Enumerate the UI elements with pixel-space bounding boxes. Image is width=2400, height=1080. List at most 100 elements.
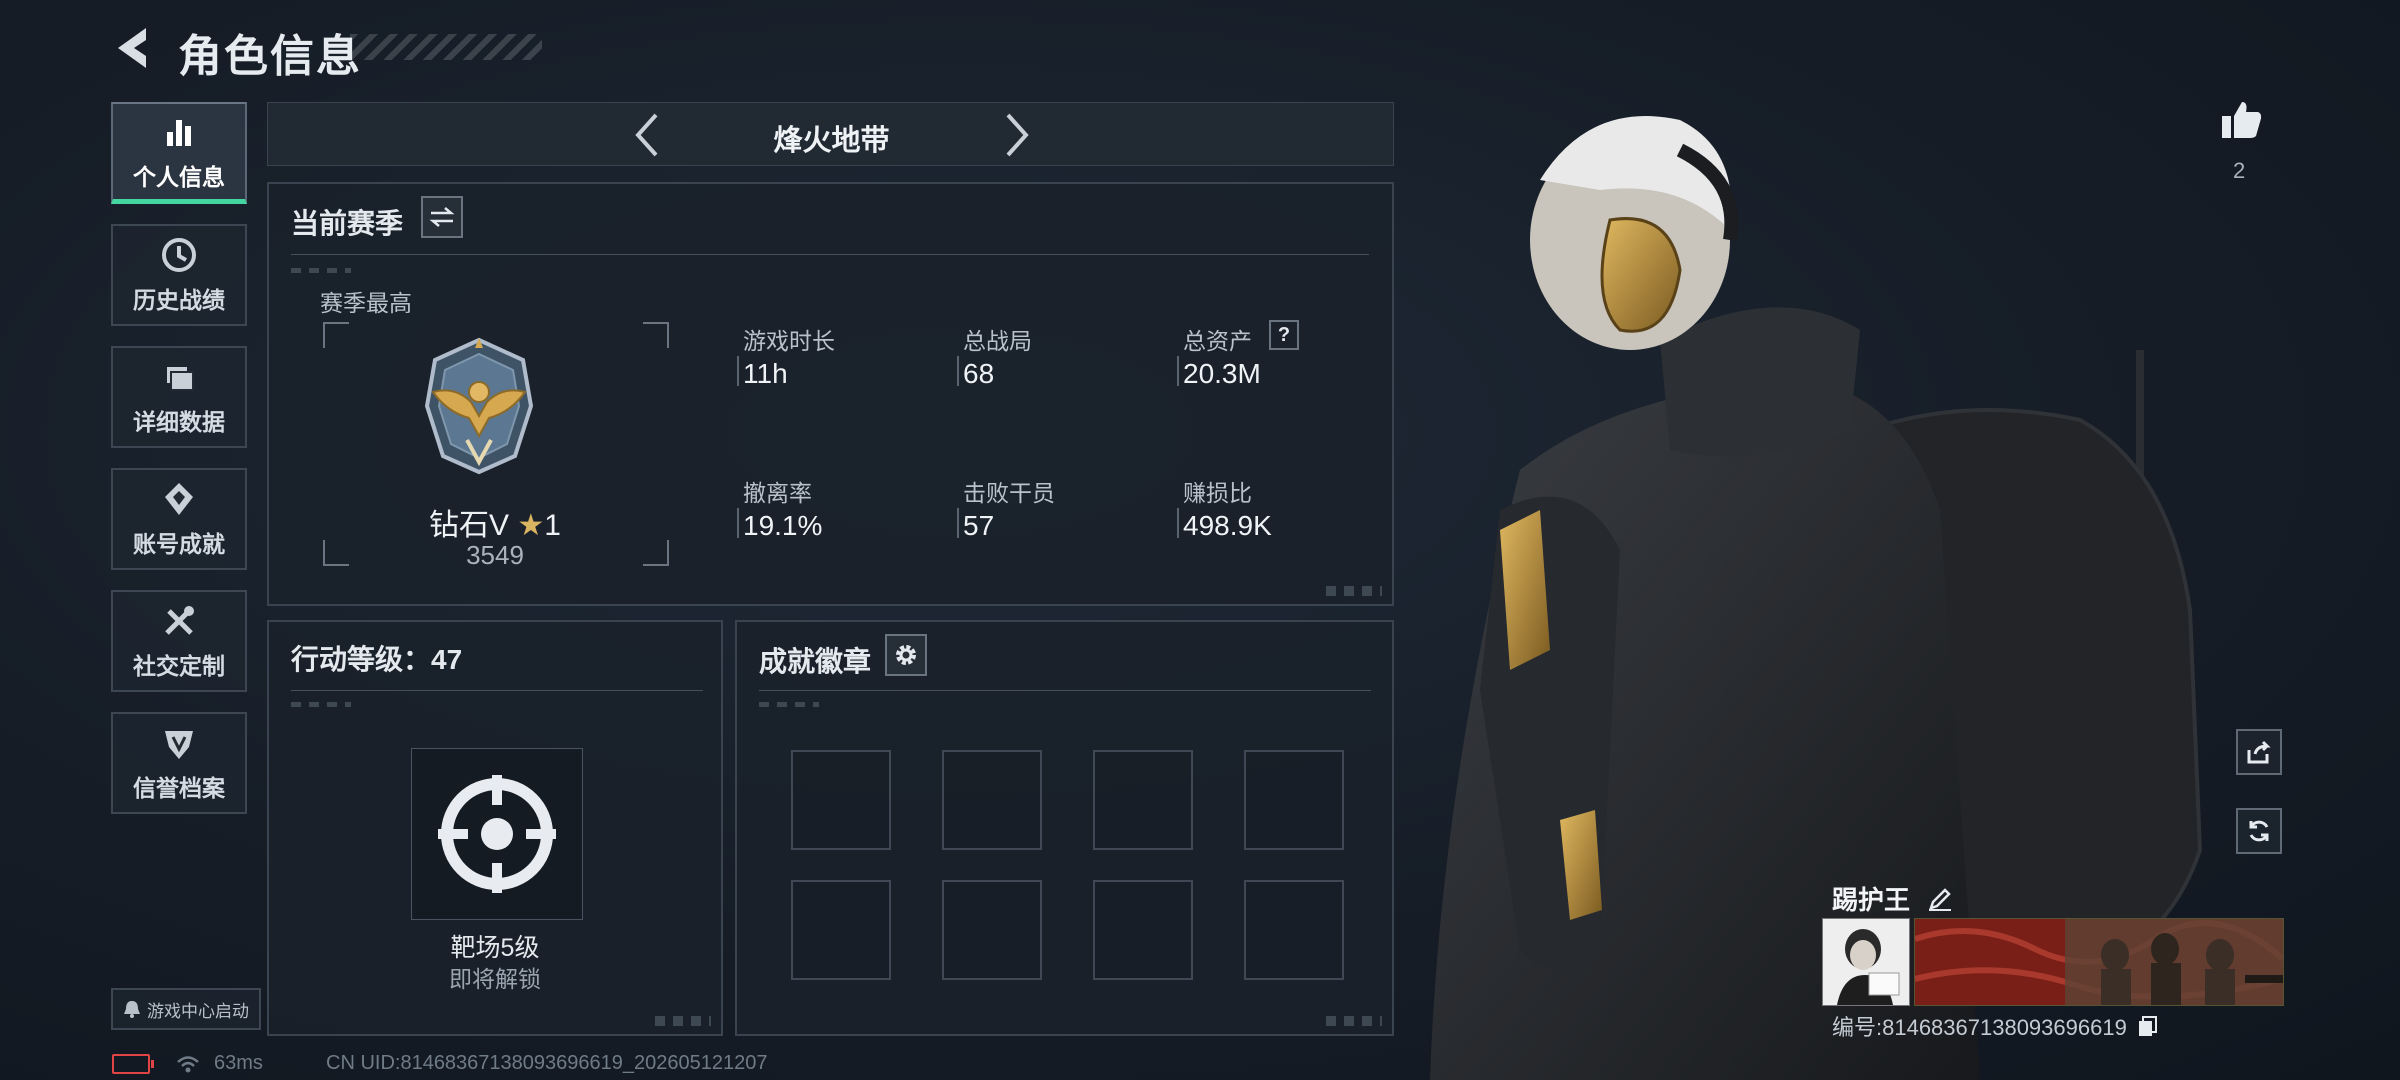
season-best-label: 赛季最高 xyxy=(320,290,412,316)
badge-slot[interactable] xyxy=(1244,880,1344,980)
chevron-right-icon xyxy=(1006,113,1029,157)
achievement-icon xyxy=(165,483,193,515)
map-selector: 烽火地带 xyxy=(267,102,1394,166)
uid-text: CN UID:81468367138093696619_202605121207 xyxy=(326,1052,768,1074)
target-name: 靶场5级 xyxy=(450,934,540,962)
stat-label: 撤离率 xyxy=(743,480,812,506)
badge-slot[interactable] xyxy=(1093,750,1193,850)
sidebar-item-history[interactable]: 历史战绩 xyxy=(111,224,247,326)
stat-value: 57 xyxy=(963,510,995,541)
decoration xyxy=(759,702,819,707)
bar-chart-icon xyxy=(167,119,191,146)
sidebar-item-label: 社交定制 xyxy=(133,653,225,679)
rank-stars: 1 xyxy=(544,509,561,542)
shield-emblem-icon xyxy=(165,731,193,759)
ping-value: 63ms xyxy=(214,1052,263,1074)
profile-banner[interactable] xyxy=(1914,918,2284,1006)
title-decoration xyxy=(350,34,542,60)
map-name: 烽火地带 xyxy=(773,125,890,157)
bell-icon xyxy=(124,1001,140,1018)
decoration xyxy=(291,702,351,707)
share-icon xyxy=(2247,740,2271,764)
stat-label: 击败干员 xyxy=(963,480,1055,506)
sidebar-item-label: 账号成就 xyxy=(133,531,225,557)
star-icon: ★ xyxy=(517,509,545,542)
next-map-button[interactable] xyxy=(996,111,1036,159)
stat-marker xyxy=(737,508,739,538)
tools-icon xyxy=(165,606,194,635)
player-name-row: 踢护王 xyxy=(1832,880,1953,919)
sidebar-item-label: 信誉档案 xyxy=(133,775,225,801)
rank-name: 钻石V xyxy=(429,509,510,542)
achievement-badges-panel: 成就徽章 xyxy=(735,620,1394,1036)
rank-diamond-emblem xyxy=(424,337,534,475)
stat-value: 19.1% xyxy=(743,510,823,541)
wifi-icon xyxy=(177,1055,199,1072)
player-name: 踢护王 xyxy=(1832,885,1911,915)
sidebar-item-credit[interactable]: 信誉档案 xyxy=(111,712,247,814)
launch-label: 游戏中心启动 xyxy=(147,1001,249,1021)
decoration xyxy=(655,1016,711,1026)
badge-slot[interactable] xyxy=(791,880,891,980)
decoration xyxy=(291,268,351,273)
target-status: 即将解锁 xyxy=(449,966,541,992)
status-bar: 63ms xyxy=(112,1052,263,1075)
stat-label: 总战局 xyxy=(963,328,1032,354)
season-switch-button[interactable] xyxy=(421,196,463,238)
sidebar-item-personal-info[interactable]: 个人信息 xyxy=(111,102,247,204)
stat-marker xyxy=(1177,356,1179,386)
shooting-range-target[interactable] xyxy=(411,748,583,920)
share-button[interactable] xyxy=(2236,729,2282,775)
stat-label: 游戏时长 xyxy=(743,328,835,354)
back-button[interactable] xyxy=(112,24,156,72)
badge-slot[interactable] xyxy=(942,880,1042,980)
page-title: 角色信息 xyxy=(178,32,362,81)
battery-charging-icon xyxy=(112,1053,154,1074)
divider xyxy=(759,690,1371,691)
stat-label: 赚损比 xyxy=(1183,480,1252,506)
stat-marker xyxy=(957,356,959,386)
edit-name-button[interactable] xyxy=(1927,886,1953,919)
sidebar-item-achievements[interactable]: 账号成就 xyxy=(111,468,247,570)
history-clock-icon xyxy=(162,238,196,272)
season-title: 当前赛季 xyxy=(291,208,404,239)
avatar[interactable] xyxy=(1822,918,1910,1006)
badges-title: 成就徽章 xyxy=(759,646,872,677)
player-id: 编号:81468367138093696619 xyxy=(1832,1015,2127,1040)
like-button[interactable] xyxy=(2218,96,2266,144)
sidebar-item-social[interactable]: 社交定制 xyxy=(111,590,247,692)
badge-settings-button[interactable] xyxy=(885,634,927,676)
sidebar-item-label: 个人信息 xyxy=(133,163,225,190)
back-arrow-icon xyxy=(118,28,146,68)
action-level-title: 行动等级：47 xyxy=(291,644,463,675)
refresh-icon xyxy=(2249,820,2269,842)
badge-slot[interactable] xyxy=(1244,750,1344,850)
badge-slot[interactable] xyxy=(942,750,1042,850)
decoration xyxy=(1326,1016,1382,1026)
stat-label: 总资产 xyxy=(1183,328,1252,354)
stat-value: 20.3M xyxy=(1183,358,1261,389)
rank-score: 3549 xyxy=(466,540,524,570)
stat-marker xyxy=(1177,508,1179,538)
decoration xyxy=(1326,586,1382,596)
refresh-button[interactable] xyxy=(2236,808,2282,854)
help-button[interactable]: ? xyxy=(1269,320,1299,350)
copy-id-button[interactable] xyxy=(2137,1015,2159,1043)
frame-corner xyxy=(643,322,669,348)
sidebar-item-detailed-data[interactable]: 详细数据 xyxy=(111,346,247,448)
swap-icon xyxy=(429,207,455,227)
gear-icon xyxy=(896,645,916,665)
thumbs-up-icon xyxy=(2222,102,2262,138)
player-id-row: 编号:81468367138093696619 xyxy=(1832,1010,2159,1043)
stat-value: 11h xyxy=(743,358,788,389)
badge-slot[interactable] xyxy=(1093,880,1193,980)
banner-image xyxy=(1915,919,2283,1005)
badge-slot[interactable] xyxy=(791,750,891,850)
rank-title: 钻石V ★1 xyxy=(323,500,667,544)
stat-value: 68 xyxy=(963,358,995,389)
folder-icon xyxy=(167,367,194,391)
frame-corner xyxy=(323,322,349,348)
game-center-launch-button[interactable]: 游戏中心启动 xyxy=(111,988,261,1030)
divider xyxy=(291,690,703,691)
stat-marker xyxy=(737,356,739,386)
